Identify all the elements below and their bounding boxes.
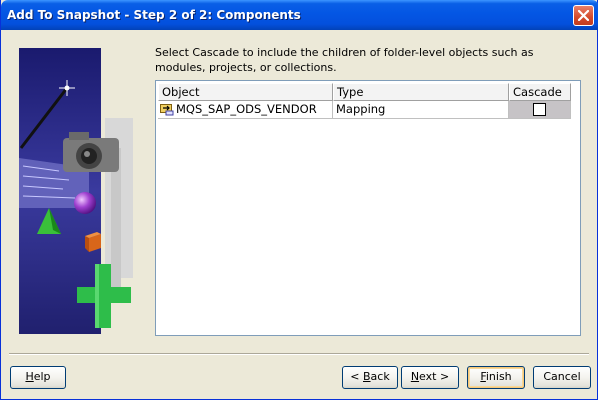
cascade-checkbox[interactable] (533, 103, 546, 116)
mapping-icon (160, 104, 174, 116)
button-separator (9, 353, 589, 355)
cell-cascade (509, 101, 571, 119)
dialog-window: Add To Snapshot - Step 2 of 2: Component… (0, 0, 598, 400)
cell-type: Mapping (333, 101, 509, 119)
table-row[interactable]: MQS_SAP_ODS_VENDOR Mapping (158, 101, 571, 119)
help-button-label: elp (33, 370, 51, 383)
back-button[interactable]: < Back (342, 366, 398, 389)
cancel-button-label: Cancel (543, 370, 581, 383)
next-button[interactable]: Next > (401, 366, 459, 389)
back-button-label: ack (370, 370, 390, 383)
next-button-accel: N (410, 370, 420, 383)
help-button-accel: H (25, 370, 34, 383)
back-button-accel: B (363, 370, 371, 383)
close-button[interactable] (573, 5, 594, 26)
object-name: MQS_SAP_ODS_VENDOR (176, 102, 317, 116)
wizard-illustration (19, 48, 133, 334)
help-button[interactable]: Help (10, 366, 66, 389)
cancel-button[interactable]: Cancel (533, 366, 591, 389)
back-button-prefix: < (350, 370, 363, 383)
next-button-label: ext > (419, 370, 450, 383)
components-table: Object Type Cascade MQS_SAP_ODS_VENDOR M… (155, 80, 581, 336)
finish-button-label: inish (485, 370, 512, 383)
instruction-text: Select Cascade to include the children o… (155, 46, 534, 74)
close-icon (578, 10, 589, 21)
title-bar[interactable]: Add To Snapshot - Step 2 of 2: Component… (1, 0, 598, 30)
column-header-object[interactable]: Object (158, 83, 333, 101)
window-title: Add To Snapshot - Step 2 of 2: Component… (7, 8, 301, 22)
table-header: Object Type Cascade (158, 83, 576, 101)
cell-object[interactable]: MQS_SAP_ODS_VENDOR (158, 101, 333, 119)
column-header-cascade[interactable]: Cascade (509, 83, 571, 101)
column-header-type[interactable]: Type (333, 83, 509, 101)
finish-button[interactable]: Finish (467, 366, 525, 389)
